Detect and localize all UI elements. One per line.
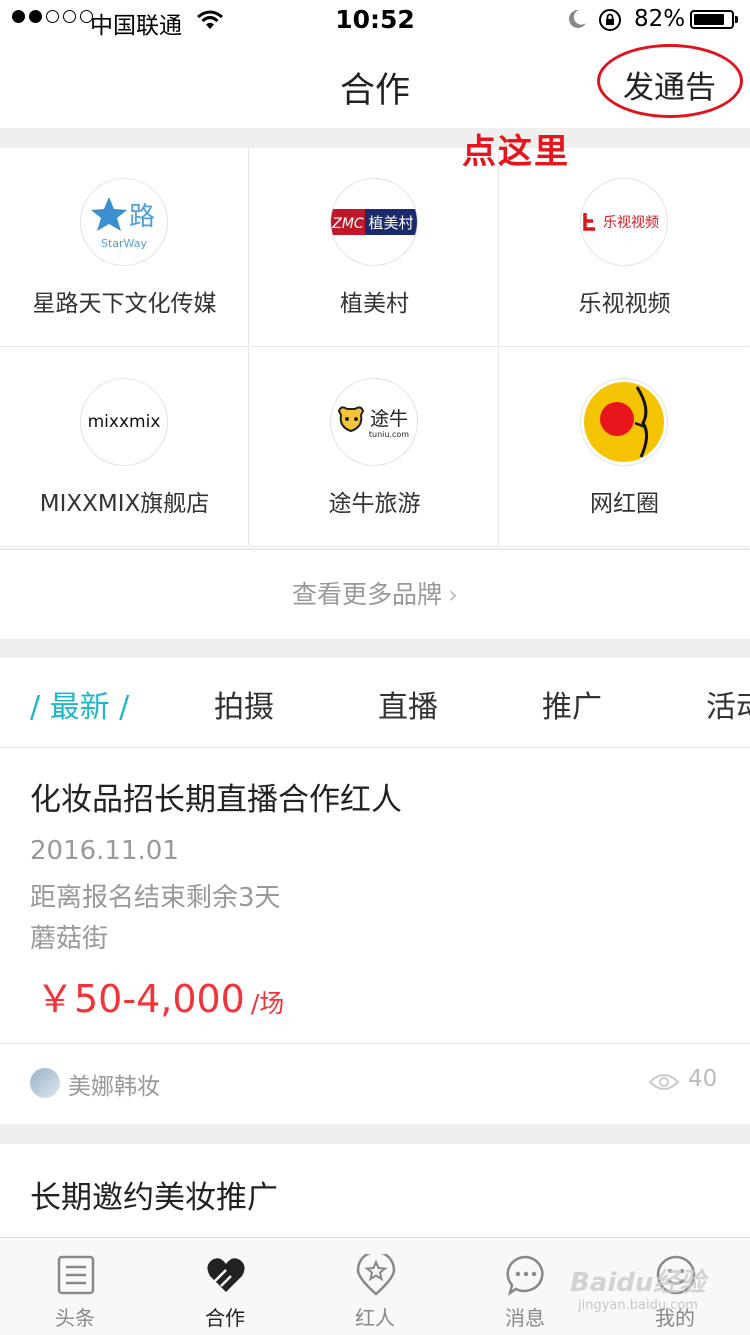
svg-text:tuniu.com: tuniu.com — [369, 430, 409, 439]
brand-name: 星路天下文化传媒 — [32, 291, 217, 317]
brand-logo-letv: 乐视视频 — [580, 178, 668, 266]
do-not-disturb-icon — [568, 9, 586, 28]
tab-promotion[interactable]: 推广 — [542, 682, 602, 726]
brand-logo-zmc: ZMC 植美村 — [330, 178, 418, 266]
tab-livestream[interactable]: 直播 — [378, 682, 438, 726]
brand-logo-mixxmix: mixxmix — [80, 378, 168, 466]
brand-name: 网红圈 — [590, 491, 659, 517]
svg-text:路: 路 — [129, 202, 155, 232]
star-badge-icon — [356, 1254, 396, 1296]
brand-item[interactable]: 网红圈 — [500, 348, 749, 547]
rotation-lock-icon — [599, 9, 621, 31]
brand-name: 途牛旅游 — [328, 491, 421, 517]
post-deadline: 距离报名结束剩余3天 — [30, 883, 281, 913]
chat-bubble-icon — [506, 1255, 544, 1296]
post-card[interactable]: 化妆品招长期直播合作红人 2016.11.01 距离报名结束剩余3天 蘑菇街 ￥… — [0, 748, 750, 1124]
brand-item[interactable]: 乐视视频 乐视视频 — [500, 148, 749, 347]
watermark-logo: Baidu经验 — [570, 1268, 706, 1298]
tab-latest[interactable]: / 最新 / — [30, 682, 129, 726]
news-icon — [57, 1255, 95, 1295]
price-unit: /场 — [250, 989, 285, 1018]
tabbar-item-cooperation[interactable]: 合作 — [150, 1238, 300, 1335]
brand-logo-starway: 路 StarWay — [80, 178, 168, 266]
svg-text:ZMC: ZMC — [331, 216, 364, 232]
category-tabs: / 最新 / 拍摄 直播 推广 活动 — [0, 658, 750, 748]
brand-item[interactable]: 途牛 tuniu.com 途牛旅游 — [250, 348, 499, 547]
battery-icon — [690, 10, 738, 29]
brand-name: 乐视视频 — [578, 291, 671, 317]
tabbar-item-news[interactable]: 头条 — [0, 1238, 150, 1335]
more-brands-label: 查看更多品牌 — [291, 580, 442, 609]
post-title: 长期邀约美妆推广 — [30, 1180, 278, 1216]
brand-logo-wanghongquan — [580, 378, 668, 466]
svg-text:乐视视频: 乐视视频 — [603, 215, 659, 231]
tab-shooting[interactable]: 拍摄 — [214, 682, 274, 726]
tabbar-item-influencer[interactable]: 红人 — [300, 1238, 450, 1335]
tabbar-label: 头条 — [55, 1306, 95, 1330]
brand-item[interactable]: mixxmix MIXXMIX旗舰店 — [0, 348, 249, 547]
annotation-click-here: 点这里 — [462, 132, 570, 172]
brand-name: 植美村 — [340, 291, 409, 317]
price-range: ￥50-4,000 — [36, 977, 245, 1021]
svg-text:植美村: 植美村 — [368, 214, 413, 232]
brand-item[interactable]: ZMC 植美村 植美村 — [250, 148, 499, 347]
handshake-heart-icon — [207, 1258, 245, 1292]
post-price: ￥50-4,000/场 — [36, 968, 284, 1023]
brand-name: MIXXMIX旗舰店 — [39, 491, 210, 517]
status-bar: 中国联通 10:52 82% — [0, 0, 750, 40]
post-title: 化妆品招长期直播合作红人 — [30, 782, 402, 818]
brand-logo-tuniu: 途牛 tuniu.com — [330, 378, 418, 466]
eye-icon — [648, 1074, 680, 1090]
watermark-url: jingyan.baidu.com — [578, 1298, 698, 1313]
battery-percent: 82% — [634, 6, 686, 32]
chevron-right-icon: › — [448, 580, 458, 609]
tab-events[interactable]: 活动 — [706, 682, 750, 726]
post-date: 2016.11.01 — [30, 836, 179, 866]
tabbar-label: 红人 — [355, 1306, 395, 1330]
brand-item[interactable]: 路 StarWay 星路天下文化传媒 — [0, 148, 249, 347]
avatar[interactable] — [30, 1068, 60, 1098]
post-location: 蘑菇街 — [30, 924, 109, 954]
view-count: 40 — [688, 1066, 718, 1092]
annotation-circle — [597, 44, 743, 118]
tabbar-label: 合作 — [205, 1306, 245, 1330]
brand-grid: 路 StarWay 星路天下文化传媒 ZMC 植美村 植美村 乐视视频 乐视视频 — [0, 148, 750, 548]
post-author[interactable]: 美娜韩妆 — [68, 1067, 160, 1101]
post-footer: 美娜韩妆 40 — [0, 1043, 750, 1125]
svg-text:途牛: 途牛 — [370, 408, 408, 430]
more-brands-link[interactable]: 查看更多品牌 › — [0, 549, 750, 639]
svg-text:StarWay: StarWay — [101, 237, 147, 250]
